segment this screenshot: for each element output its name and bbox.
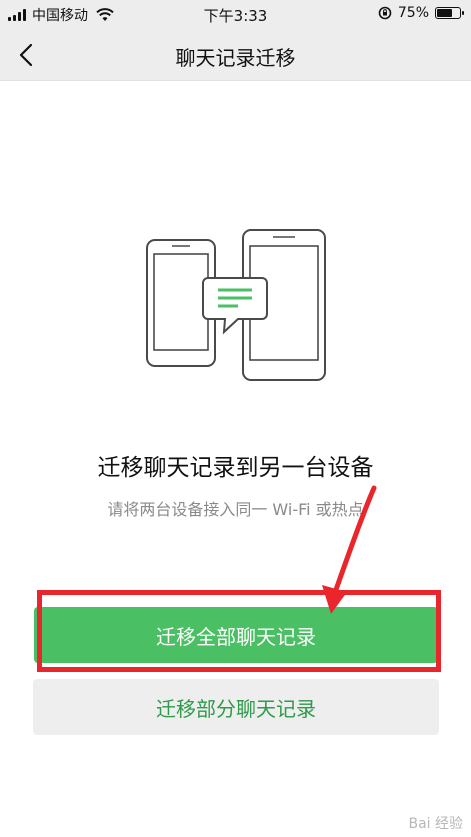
page-title: 聊天记录迁移 [175,46,296,70]
migrate-part-button[interactable]: 迁移部分聊天记录 [33,679,439,735]
battery-percent: 75% [397,5,429,21]
subline: 请将两台设备接入同一 Wi-Fi 或热点 [107,500,364,519]
battery-icon [435,7,464,19]
phone-to-tablet-transfer-icon [146,229,326,381]
status-right: 75% [378,5,464,21]
nav-bar: 聊天记录迁移 [0,28,471,81]
watermark: Bai 经验 [408,816,463,832]
headline: 迁移聊天记录到另一台设备 [97,455,374,481]
orientation-lock-icon [378,6,392,20]
status-bar: 中国移动 下午3:33 75% [0,0,471,28]
migrate-all-button[interactable]: 迁移全部聊天记录 [34,607,438,663]
